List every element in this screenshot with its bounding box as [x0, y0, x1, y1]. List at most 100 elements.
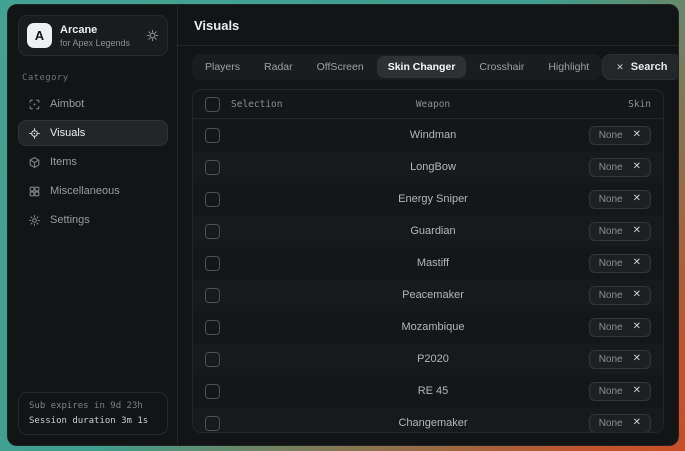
tab-offscreen[interactable]: OffScreen	[306, 56, 375, 78]
select-all-checkbox[interactable]	[205, 97, 220, 112]
skin-select-badge[interactable]: None ✕	[589, 318, 651, 337]
table-row[interactable]: GuardianNone✕	[193, 215, 663, 247]
row-checkbox[interactable]	[205, 192, 220, 207]
weapon-name: Mozambique	[355, 321, 511, 333]
weapon-name: P2020	[355, 353, 511, 365]
tab-radar[interactable]: Radar	[253, 56, 304, 78]
clear-skin-icon[interactable]: ✕	[633, 258, 641, 268]
row-checkbox[interactable]	[205, 224, 220, 239]
tab-players[interactable]: Players	[194, 56, 251, 78]
skin-select-badge[interactable]: None✕	[589, 222, 651, 241]
sidebar-item-label: Items	[50, 156, 77, 168]
skin-value: None	[599, 354, 623, 365]
skin-column-header: Skin	[511, 99, 651, 110]
table-row[interactable]: ChangemakerNone✕	[193, 407, 663, 433]
row-checkbox[interactable]	[205, 288, 220, 303]
skin-select-badge[interactable]: None ✕	[589, 414, 651, 433]
clear-skin-icon[interactable]: ✕	[633, 418, 641, 428]
weapon-name: Mastiff	[355, 257, 511, 269]
grid-icon	[28, 185, 41, 198]
skin-cell: None ✕	[511, 158, 651, 177]
sidebar-item-visuals[interactable]: Visuals	[18, 120, 168, 146]
skin-value: None	[599, 290, 623, 301]
clear-skin-icon[interactable]: ✕	[633, 322, 641, 332]
row-checkbox[interactable]	[205, 128, 220, 143]
skin-select-badge[interactable]: None ✕	[589, 286, 651, 305]
table-row[interactable]: Windman None✕	[193, 119, 663, 151]
clear-skin-icon[interactable]: ✕	[633, 386, 641, 396]
selection-cell	[205, 384, 355, 399]
sidebar-nav: Aimbot Visuals Items Miscellaneous Settings	[18, 91, 168, 233]
skin-cell: None✕	[511, 126, 651, 145]
table-row[interactable]: Mozambique None ✕	[193, 311, 663, 343]
table-row[interactable]: Mastiff None✕	[193, 247, 663, 279]
row-checkbox[interactable]	[205, 320, 220, 335]
table-row[interactable]: LongBowNone✕	[193, 151, 663, 183]
skin-select-badge[interactable]: None ✕	[589, 158, 651, 177]
tab-group: PlayersRadarOffScreenSkin ChangerCrossha…	[192, 54, 602, 80]
search-icon: ✕	[616, 62, 624, 73]
sub-expires-text: Sub expires in 9d 23h	[29, 401, 157, 411]
sidebar-item-miscellaneous[interactable]: Miscellaneous	[18, 178, 168, 204]
tab-skin-changer[interactable]: Skin Changer	[377, 56, 467, 78]
skin-value: None	[599, 162, 623, 173]
row-checkbox[interactable]	[205, 160, 220, 175]
table-row[interactable]: RE 45 None ✕	[193, 375, 663, 407]
clear-skin-icon[interactable]: ✕	[633, 162, 641, 172]
clear-skin-icon[interactable]: ✕	[633, 194, 641, 204]
skin-cell: None ✕	[511, 318, 651, 337]
sidebar-item-items[interactable]: Items	[18, 149, 168, 175]
row-checkbox[interactable]	[205, 384, 220, 399]
clear-skin-icon[interactable]: ✕	[633, 290, 641, 300]
selection-column-header: Selection	[231, 99, 282, 110]
selection-cell	[205, 416, 355, 431]
skin-select-badge[interactable]: None ✕	[589, 382, 651, 401]
skin-value: None	[599, 322, 623, 333]
skin-select-badge[interactable]: None✕	[589, 126, 651, 145]
tab-crosshair[interactable]: Crosshair	[468, 56, 535, 78]
skin-cell: None✕	[511, 254, 651, 273]
sidebar-item-label: Settings	[50, 214, 90, 226]
brand-card: A Arcane for Apex Legends	[18, 15, 168, 56]
skin-select-badge[interactable]: None ✕	[589, 350, 651, 369]
sidebar-item-settings[interactable]: Settings	[18, 207, 168, 233]
clear-skin-icon[interactable]: ✕	[633, 354, 641, 364]
selection-cell	[205, 352, 355, 367]
row-checkbox[interactable]	[205, 416, 220, 431]
weapon-name: Windman	[355, 129, 511, 141]
row-checkbox[interactable]	[205, 256, 220, 271]
settings-gear-icon[interactable]	[146, 29, 159, 42]
skin-cell: None ✕	[511, 414, 651, 433]
search-button[interactable]: ✕ Search	[602, 54, 679, 80]
selection-cell	[205, 192, 355, 207]
table-header-row: Selection Weapon Skin	[193, 90, 663, 119]
skin-cell: None ✕	[511, 286, 651, 305]
main-header: Visuals	[178, 5, 678, 46]
sidebar-item-aimbot[interactable]: Aimbot	[18, 91, 168, 117]
skin-select-badge[interactable]: None✕	[589, 190, 651, 209]
weapon-name: Peacemaker	[355, 289, 511, 301]
selection-cell	[205, 224, 355, 239]
sidebar-item-label: Visuals	[50, 127, 85, 139]
skin-cell: None✕	[511, 190, 651, 209]
selection-cell	[205, 288, 355, 303]
skin-value: None	[599, 418, 623, 429]
tab-highlight[interactable]: Highlight	[537, 56, 600, 78]
clear-skin-icon[interactable]: ✕	[633, 130, 641, 140]
skin-value: None	[599, 386, 623, 397]
gear-icon	[28, 214, 41, 227]
app-logo: A	[27, 23, 52, 48]
skin-cell: None ✕	[511, 382, 651, 401]
weapon-name: Energy Sniper	[355, 193, 511, 205]
skin-select-badge[interactable]: None✕	[589, 254, 651, 273]
brand-text: Arcane for Apex Legends	[60, 24, 130, 48]
table-row[interactable]: P2020 None ✕	[193, 343, 663, 375]
clear-skin-icon[interactable]: ✕	[633, 226, 641, 236]
table-row[interactable]: Energy Sniper None✕	[193, 183, 663, 215]
session-duration-text: Session duration 3m 1s	[29, 416, 157, 426]
subscription-card: Sub expires in 9d 23h Session duration 3…	[18, 392, 168, 435]
row-checkbox[interactable]	[205, 352, 220, 367]
table-row[interactable]: Peacemaker None ✕	[193, 279, 663, 311]
weapon-name: RE 45	[355, 385, 511, 397]
app-window: A Arcane for Apex Legends Category Aimbo…	[7, 4, 679, 446]
